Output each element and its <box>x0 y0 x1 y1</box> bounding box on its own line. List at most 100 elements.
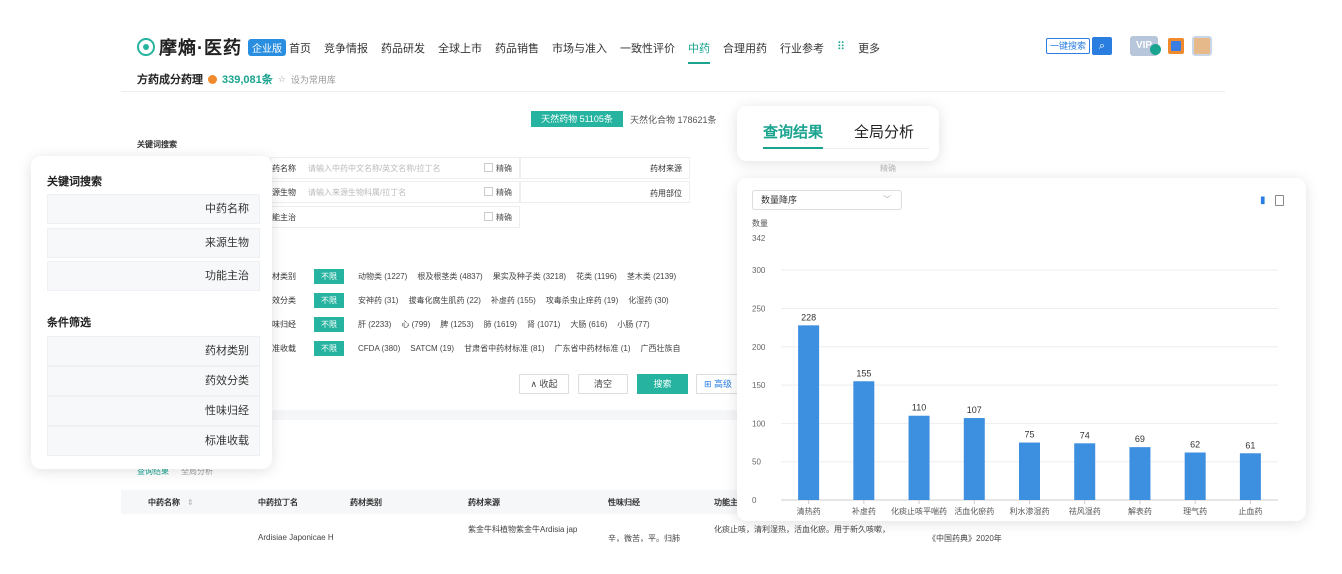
field-label: 能主治 <box>272 212 296 222</box>
y-tick-label: 0 <box>752 496 757 505</box>
exact-checkbox[interactable]: 精确 <box>484 212 512 223</box>
col-category[interactable]: 药材类别 <box>350 497 382 508</box>
chevron-down-icon: ﹀ <box>883 195 891 204</box>
filter-option[interactable]: 肾 (1071) <box>527 319 560 330</box>
sort-select[interactable]: 数量降序 ﹀ <box>752 190 902 210</box>
collapse-button[interactable]: ∧ 收起 <box>519 374 569 394</box>
col-taste[interactable]: 性味归经 <box>608 497 640 508</box>
filter-option[interactable]: CFDA (380) <box>358 344 400 353</box>
x-tick-label: 补虚药 <box>852 506 876 516</box>
filter-option[interactable]: 花类 (1196) <box>576 271 617 282</box>
data-label: 155 <box>856 368 871 378</box>
filter-no-limit[interactable]: 不限 <box>314 316 344 332</box>
filter-label: 材类别 <box>272 271 296 281</box>
herb-source-label: 药材来源 <box>650 164 682 173</box>
filter-option[interactable]: 动物类 (1227) <box>358 271 407 282</box>
data-label: 110 <box>912 403 926 413</box>
nav-item[interactable]: 药品研发 <box>381 40 425 56</box>
data-label: 69 <box>1135 434 1145 444</box>
filter-option[interactable]: SATCM (19) <box>410 344 454 353</box>
filter-option[interactable]: 小肠 (77) <box>617 319 649 330</box>
brand-name: 摩熵·医药 <box>159 38 242 58</box>
sort-icon[interactable]: ⇕ <box>187 498 194 507</box>
one-key-search-button[interactable]: 一键搜索 <box>1046 38 1090 54</box>
col-herb-name[interactable]: 中药名称 <box>148 497 180 508</box>
field-source-organism[interactable]: 来源生物 <box>47 228 260 258</box>
book-icon[interactable] <box>1168 38 1184 54</box>
col-latin-name[interactable]: 中药拉丁名 <box>258 497 298 508</box>
nav-item[interactable]: 药品销售 <box>495 40 539 56</box>
search-icon[interactable]: ⌕ <box>1092 37 1112 55</box>
filter-option[interactable]: 根及根茎类 (4837) <box>417 271 482 282</box>
nav-item[interactable]: 市场与准入 <box>552 40 607 56</box>
filter-option[interactable]: 心 (799) <box>401 319 430 330</box>
data-label: 75 <box>1024 430 1034 440</box>
exact-checkbox[interactable]: 精确 <box>484 187 512 198</box>
nav-item[interactable]: 全球上市 <box>438 40 482 56</box>
field-herb-name[interactable]: 中药名称 <box>47 194 260 224</box>
filter-no-limit[interactable]: 不限 <box>314 292 344 308</box>
search-button[interactable]: 搜索 <box>637 374 688 394</box>
filter-no-limit[interactable]: 不限 <box>314 340 344 356</box>
nav-item[interactable]: 更多 <box>858 40 880 56</box>
filter-option[interactable]: 果实及种子类 (3218) <box>493 271 566 282</box>
record-count: 339,081条 <box>222 74 273 86</box>
x-tick-label: 利水渗湿药 <box>1010 506 1050 516</box>
tab-natural-drugs[interactable]: 天然药物 51105条 <box>531 111 623 127</box>
filter-efficacy[interactable]: 药效分类 <box>47 366 260 396</box>
clear-button[interactable]: 清空 <box>578 374 628 394</box>
advanced-search-button[interactable]: ⊞ 高级 <box>696 374 740 394</box>
source-organism-input[interactable]: 请输入来源生物科属/拉丁名 <box>308 187 484 198</box>
bar-chart-icon[interactable]: ▮ <box>1260 196 1270 206</box>
filter-option[interactable]: 甘肃省中药材标准 (81) <box>464 343 544 354</box>
cell-source: 紫金牛科植物紫金牛Ardisia jap <box>468 525 578 534</box>
col-function[interactable]: 功能主 <box>714 497 738 508</box>
filter-option[interactable]: 广东省中药材标准 (1) <box>555 343 631 354</box>
nav-item[interactable]: 合理用药 <box>723 40 767 56</box>
nav-item[interactable]: 竞争情报 <box>324 40 368 56</box>
filter-option[interactable]: 拔毒化腐生肌药 (22) <box>408 295 480 306</box>
x-tick-label: 化痰止咳平喘药 <box>891 506 947 516</box>
filter-option[interactable]: 脾 (1253) <box>440 319 473 330</box>
filter-option[interactable]: 安神药 (31) <box>358 295 398 306</box>
nav-item[interactable]: 一致性评价 <box>620 40 675 56</box>
favorite-star-icon[interactable]: ☆ <box>278 74 286 85</box>
tab-query-results[interactable]: 查询结果 <box>763 121 823 142</box>
field-label: 源生物 <box>272 187 296 197</box>
x-tick-label: 止血药 <box>1238 506 1262 516</box>
filter-option[interactable]: 补虚药 (155) <box>491 295 536 306</box>
table-icon[interactable] <box>1275 195 1284 206</box>
avatar[interactable] <box>1192 36 1212 56</box>
set-favorite-link[interactable]: 设为常用库 <box>291 73 336 86</box>
bar <box>963 418 985 500</box>
herb-name-input[interactable]: 请输入中药中文名称/英文名称/拉丁名 <box>308 163 484 174</box>
filter-no-limit[interactable]: 不限 <box>314 268 344 284</box>
bar <box>853 381 875 500</box>
filter-standard[interactable]: 标准收载 <box>47 426 260 456</box>
brand-logo[interactable]: 摩熵·医药 企业版 <box>137 34 286 60</box>
filter-option[interactable]: 攻毒杀虫止痒药 (19) <box>546 295 618 306</box>
tab-natural-compounds[interactable]: 天然化合物 178621条 <box>630 113 717 126</box>
nav-item[interactable]: 行业参考 <box>780 40 824 56</box>
col-source[interactable]: 药材来源 <box>468 497 500 508</box>
exact-checkbox[interactable]: 精确 <box>484 163 512 174</box>
filter-herb-category[interactable]: 药材类别 <box>47 336 260 366</box>
filter-option[interactable]: 肝 (2233) <box>358 319 391 330</box>
filter-option[interactable]: 化湿药 (30) <box>628 295 668 306</box>
nav-item[interactable]: 中药 <box>688 40 710 64</box>
filter-option[interactable]: 大肠 (616) <box>570 319 607 330</box>
filter-option[interactable]: 肺 (1619) <box>484 319 517 330</box>
search-fields-panel: 关键词搜索 中药名称 来源生物 功能主治 条件筛选 药材类别 药效分类 性味归经… <box>31 156 272 469</box>
filter-meridian[interactable]: 性味归经 <box>47 396 260 426</box>
right-exact-checkbox[interactable]: 精确 <box>880 163 896 174</box>
data-label: 228 <box>801 312 816 322</box>
x-tick-label: 解表药 <box>1128 506 1152 516</box>
info-icon[interactable] <box>208 74 217 84</box>
logo-icon <box>137 38 155 56</box>
tab-global-analysis[interactable]: 全局分析 <box>854 121 914 142</box>
filter-option[interactable]: 广西壮族自 <box>641 343 681 354</box>
filter-option[interactable]: 茎木类 (2139) <box>627 271 676 282</box>
field-function[interactable]: 功能主治 <box>47 261 260 291</box>
y-tick-label: 200 <box>752 343 766 352</box>
nav-item[interactable]: 首页 <box>289 40 311 56</box>
